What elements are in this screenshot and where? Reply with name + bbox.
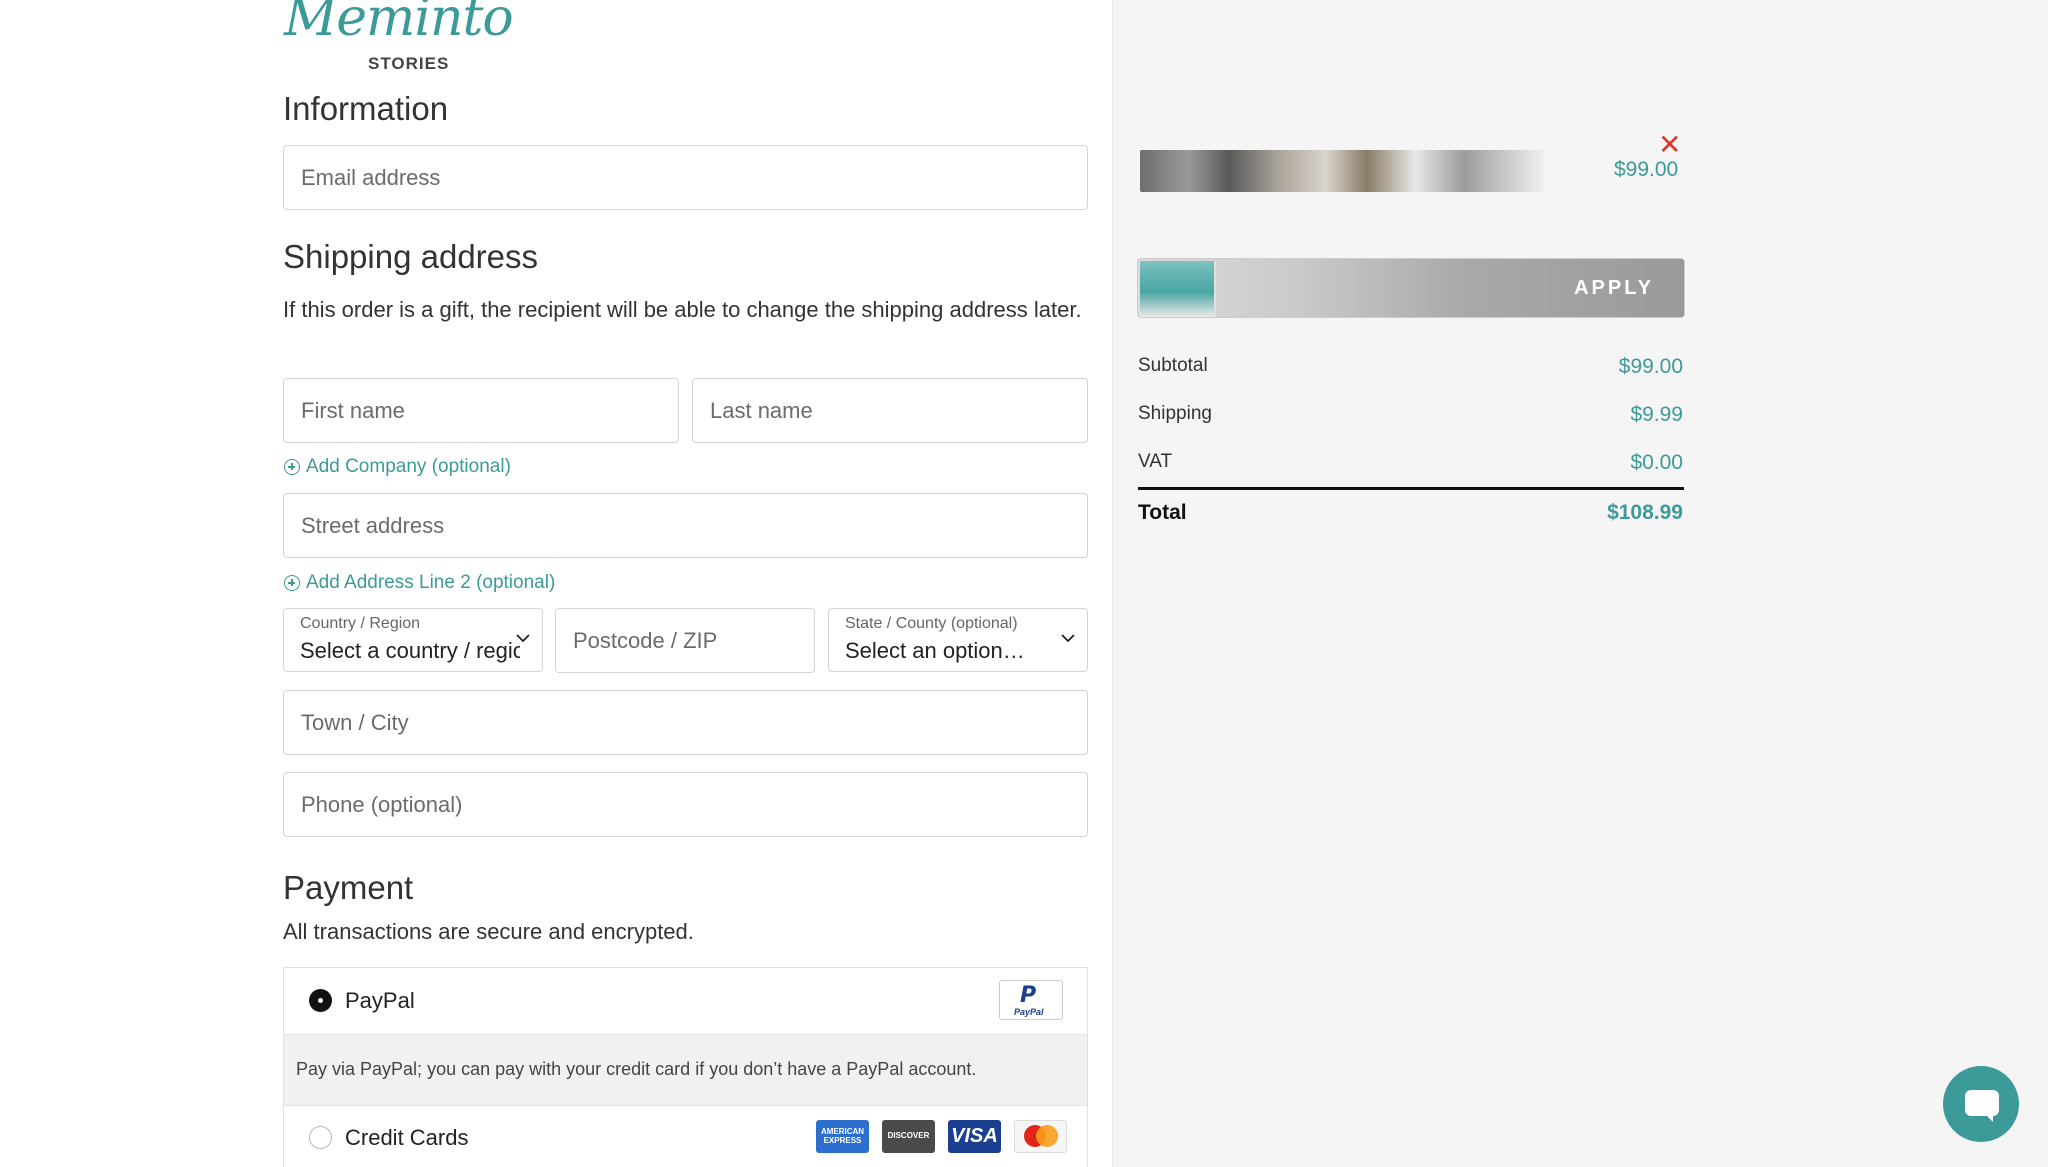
town-city-field[interactable] bbox=[283, 690, 1088, 755]
total-value: $108.99 bbox=[1607, 501, 1683, 524]
phone-input[interactable] bbox=[284, 773, 1087, 836]
shipping-cost-value: $9.99 bbox=[1630, 403, 1683, 426]
coupon-thumbnail bbox=[1140, 261, 1216, 317]
paypal-description: Pay via PayPal; you can pay with your cr… bbox=[284, 1034, 1087, 1106]
checkout-form-column: Meminto STORIES Information Shipping add… bbox=[0, 0, 1112, 1167]
street-address-input[interactable] bbox=[284, 494, 1087, 557]
payment-heading: Payment bbox=[283, 869, 414, 906]
shipping-heading: Shipping address bbox=[283, 238, 539, 275]
subtotal-label: Subtotal bbox=[1138, 355, 1208, 376]
state-label: State / County (optional) bbox=[845, 615, 1018, 632]
coupon-row: APPLY bbox=[1137, 258, 1685, 318]
email-input[interactable] bbox=[284, 146, 1087, 209]
shipping-note: If this order is a gift, the recipient w… bbox=[283, 297, 1082, 322]
country-select[interactable]: Country / Region Select a country / regi… bbox=[283, 608, 543, 672]
logo-script: Meminto bbox=[284, 0, 514, 48]
order-summary-panel bbox=[1112, 0, 2048, 1167]
phone-field[interactable] bbox=[283, 772, 1088, 837]
postcode-input[interactable] bbox=[556, 609, 814, 672]
payment-methods: PayPal P PayPal Pay via PayPal; you can … bbox=[283, 967, 1088, 1167]
plus-circle-icon bbox=[284, 459, 300, 475]
shipping-row: Shipping $9.99 bbox=[1138, 403, 1683, 433]
country-label: Country / Region bbox=[300, 615, 421, 632]
street-address-field[interactable] bbox=[283, 493, 1088, 558]
add-company-label: Add Company (optional) bbox=[306, 456, 511, 477]
paypal-logo-icon: P PayPal bbox=[999, 980, 1063, 1020]
add-company-link[interactable]: Add Company (optional) bbox=[284, 456, 511, 478]
visa-text: VISA bbox=[951, 1125, 998, 1147]
state-select[interactable]: State / County (optional) Select an opti… bbox=[828, 608, 1088, 672]
credit-cards-label: Credit Cards bbox=[345, 1125, 469, 1150]
brand-logo[interactable]: Meminto STORIES bbox=[282, 0, 514, 74]
chat-button[interactable] bbox=[1943, 1066, 2019, 1142]
total-row: Total $108.99 bbox=[1138, 501, 1683, 531]
add-address-line2-label: Add Address Line 2 (optional) bbox=[306, 572, 556, 593]
paypal-badge-text: PayPal bbox=[1014, 1007, 1044, 1017]
summary-divider bbox=[1138, 487, 1684, 490]
amex-icon: AMERICAN EXPRESS bbox=[816, 1120, 869, 1153]
chat-bubble-icon bbox=[1965, 1090, 1999, 1116]
chevron-down-icon bbox=[516, 634, 530, 643]
payment-note: All transactions are secure and encrypte… bbox=[283, 919, 694, 944]
state-value: Select an option… bbox=[845, 638, 1025, 663]
credit-cards-option[interactable]: Credit Cards AMERICAN EXPRESS DISCOVER V… bbox=[284, 1106, 1087, 1167]
town-city-input[interactable] bbox=[284, 691, 1087, 754]
shipping-cost-label: Shipping bbox=[1138, 403, 1212, 424]
paypal-description-text: Pay via PayPal; you can pay with your cr… bbox=[296, 1059, 977, 1079]
vat-label: VAT bbox=[1138, 451, 1173, 472]
visa-icon: VISA bbox=[948, 1120, 1001, 1153]
paypal-option[interactable]: PayPal P PayPal bbox=[284, 968, 1087, 1034]
information-heading: Information bbox=[283, 90, 449, 127]
apply-button[interactable]: APPLY bbox=[1544, 259, 1684, 317]
item-price: $99.00 bbox=[1614, 158, 1679, 181]
add-address-line2-link[interactable]: Add Address Line 2 (optional) bbox=[284, 572, 555, 594]
last-name-input[interactable] bbox=[693, 379, 1087, 442]
paypal-label: PayPal bbox=[345, 988, 415, 1013]
product-thumbnail bbox=[1140, 150, 1545, 192]
credit-cards-radio[interactable] bbox=[309, 1126, 332, 1149]
vat-row: VAT $0.00 bbox=[1138, 451, 1683, 481]
remove-item-icon[interactable]: ✕ bbox=[1658, 128, 1681, 161]
chevron-down-icon bbox=[1061, 634, 1075, 643]
postcode-field[interactable] bbox=[555, 608, 815, 673]
subtotal-value: $99.00 bbox=[1618, 355, 1683, 378]
subtotal-row: Subtotal $99.00 bbox=[1138, 355, 1683, 385]
discover-text: DISCOVER bbox=[887, 1131, 930, 1140]
paypal-radio[interactable] bbox=[309, 989, 332, 1012]
vat-value: $0.00 bbox=[1630, 451, 1683, 474]
plus-circle-icon bbox=[284, 575, 300, 591]
email-field[interactable] bbox=[283, 145, 1088, 210]
mastercard-icon bbox=[1014, 1120, 1067, 1153]
amex-text: AMERICAN EXPRESS bbox=[820, 1127, 865, 1145]
total-label: Total bbox=[1138, 501, 1187, 524]
country-value: Select a country / region… bbox=[300, 638, 520, 663]
first-name-field[interactable] bbox=[283, 378, 679, 443]
first-name-input[interactable] bbox=[284, 379, 678, 442]
last-name-field[interactable] bbox=[692, 378, 1088, 443]
logo-subtitle: STORIES bbox=[368, 54, 450, 73]
card-logos: AMERICAN EXPRESS DISCOVER VISA bbox=[816, 1120, 1067, 1153]
discover-icon: DISCOVER bbox=[882, 1120, 935, 1153]
